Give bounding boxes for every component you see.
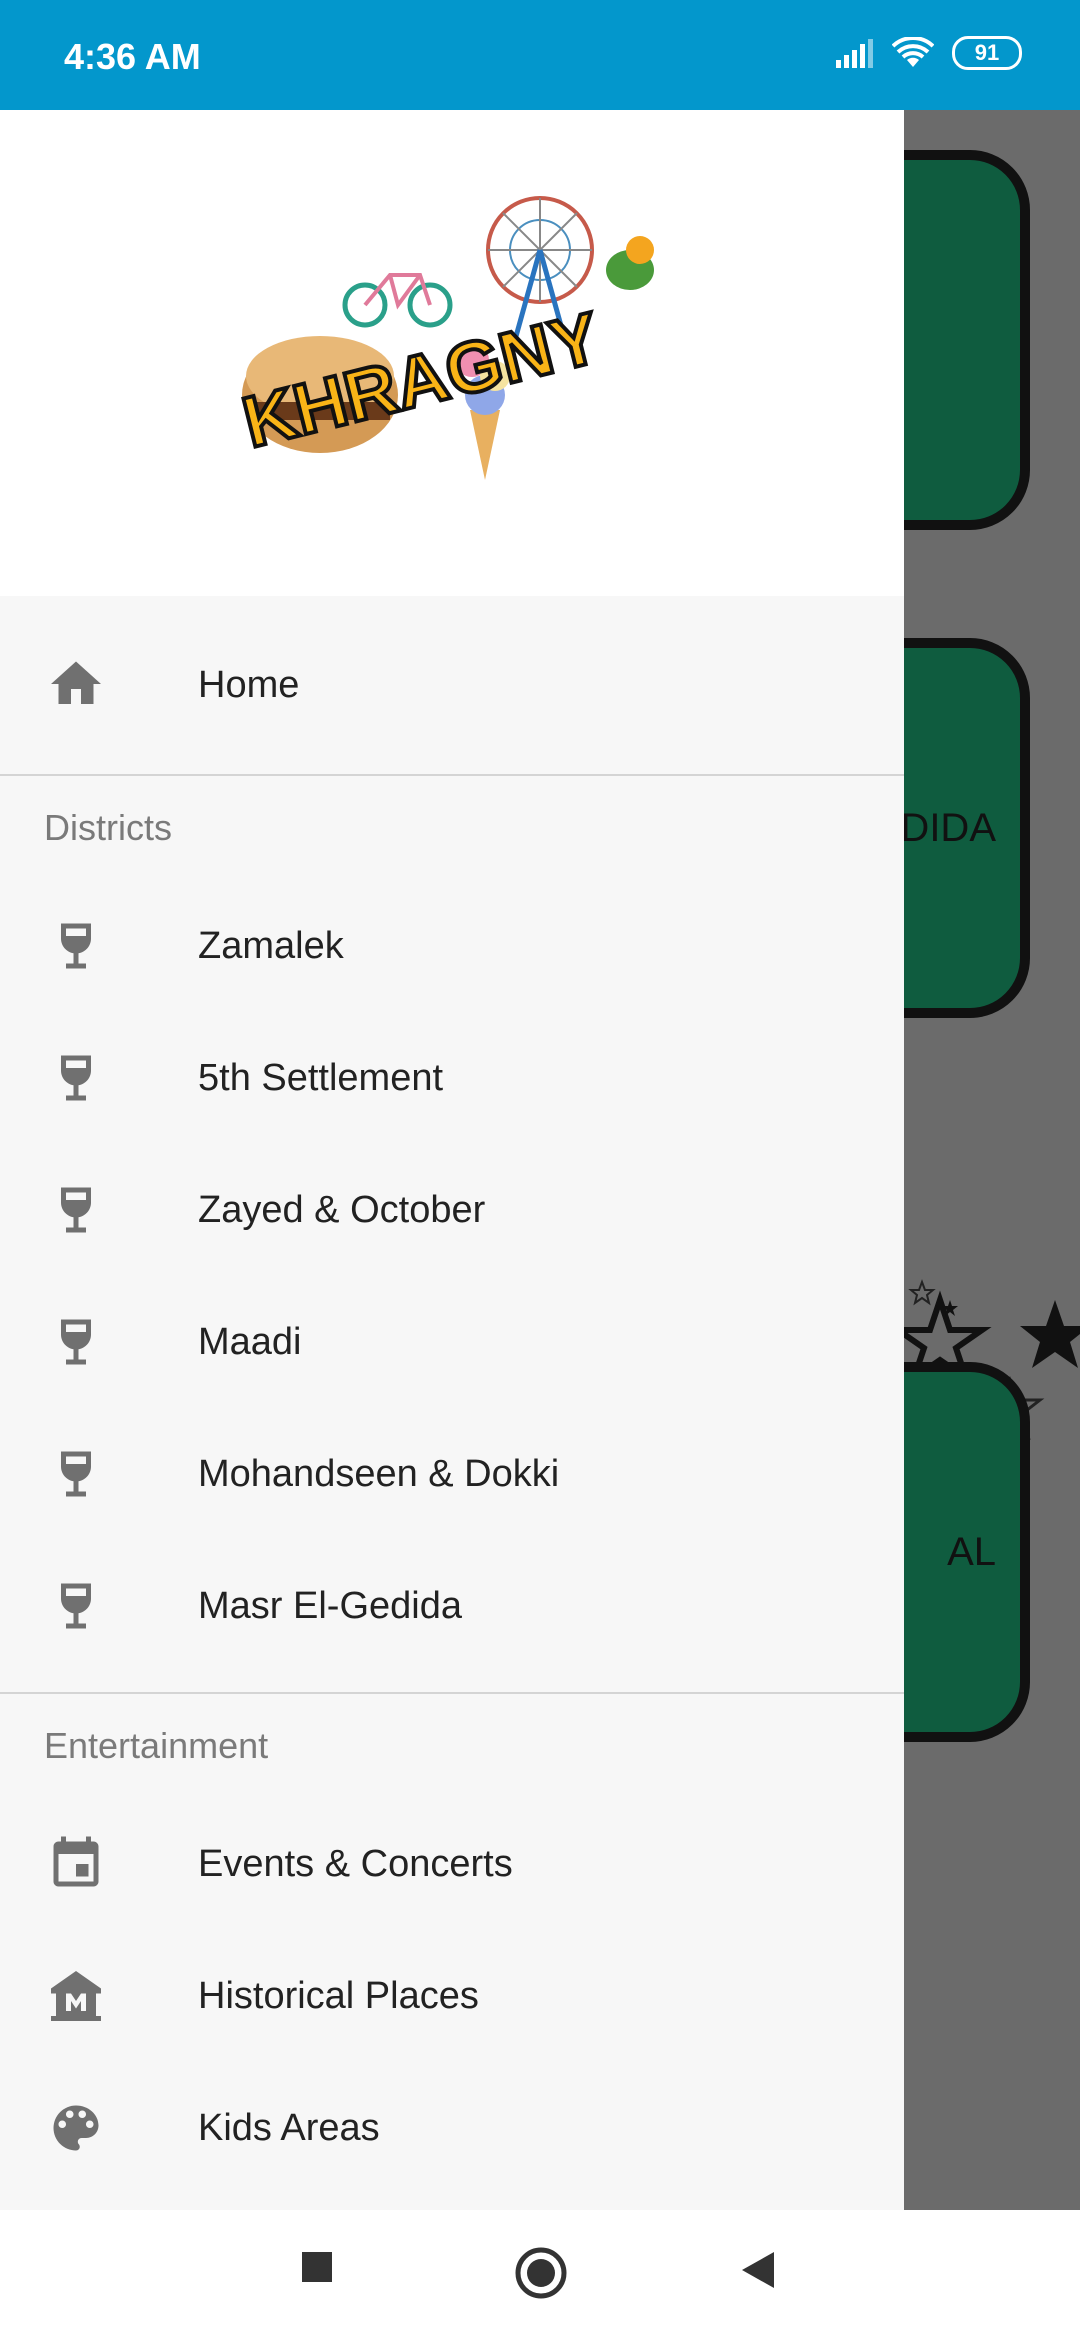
glass-icon: [61, 1583, 91, 1629]
glass-icon: [61, 923, 91, 969]
section-title-entertainment: Entertainment: [44, 1725, 269, 1766]
recents-button[interactable]: [300, 2250, 334, 2284]
menu-item-zayed-october[interactable]: Zayed & October: [0, 1144, 904, 1276]
glass-icon: [61, 1055, 91, 1101]
menu-item-events-concerts[interactable]: Events & Concerts: [0, 1798, 904, 1930]
menu-item-home[interactable]: Home: [0, 596, 904, 774]
menu-label: Kids Areas: [198, 2106, 380, 2149]
glass-icon: [61, 1451, 91, 1497]
status-time: 4:36 AM: [64, 36, 201, 77]
system-nav-bar: [0, 2210, 1080, 2340]
menu-item-historical-places[interactable]: Historical Places: [0, 1930, 904, 2062]
menu-item-masr-el-gedida[interactable]: Masr El-Gedida: [0, 1540, 904, 1672]
battery-indicator: 91: [952, 36, 1022, 70]
home-icon: [51, 661, 101, 704]
card-label: AL: [947, 1529, 996, 1574]
home-button[interactable]: [514, 2246, 568, 2300]
menu-item-mohandseen-dokki[interactable]: Mohandseen & Dokki: [0, 1408, 904, 1540]
menu-label: Zamalek: [198, 924, 344, 967]
glass-icon: [61, 1187, 91, 1233]
menu-item-5th-settlement[interactable]: 5th Settlement: [0, 1012, 904, 1144]
menu-item-kids-areas[interactable]: Kids Areas: [0, 2062, 904, 2194]
menu-label: Home: [198, 663, 300, 706]
back-button[interactable]: [740, 2250, 776, 2290]
wifi-icon: [892, 37, 934, 67]
navigation-drawer: KHRAGNY Home Districts Zamalek 5th Settl…: [0, 110, 904, 2210]
menu-item-maadi[interactable]: Maadi: [0, 1276, 904, 1408]
status-icons: 91: [834, 36, 1022, 70]
app-logo: KHRAGNY: [233, 196, 654, 480]
menu-label: Maadi: [198, 1320, 302, 1363]
status-bar: 4:36 AM 91: [0, 0, 1080, 110]
menu-label: Zayed & October: [198, 1188, 486, 1231]
calendar-icon: [53, 1836, 99, 1887]
menu-label: Mohandseen & Dokki: [198, 1452, 560, 1495]
menu-label: Events & Concerts: [198, 1842, 513, 1885]
glass-icon: [61, 1319, 91, 1365]
menu-label: Masr El-Gedida: [198, 1584, 462, 1627]
museum-icon: [51, 1971, 101, 2021]
menu-label: Historical Places: [198, 1974, 479, 2017]
drawer-header: KHRAGNY: [0, 110, 904, 596]
menu-item-zamalek[interactable]: Zamalek: [0, 880, 904, 1012]
signal-icon: [836, 39, 873, 68]
section-title-districts: Districts: [44, 807, 172, 848]
menu-label: 5th Settlement: [198, 1056, 444, 1099]
palette-icon: [53, 2105, 99, 2151]
